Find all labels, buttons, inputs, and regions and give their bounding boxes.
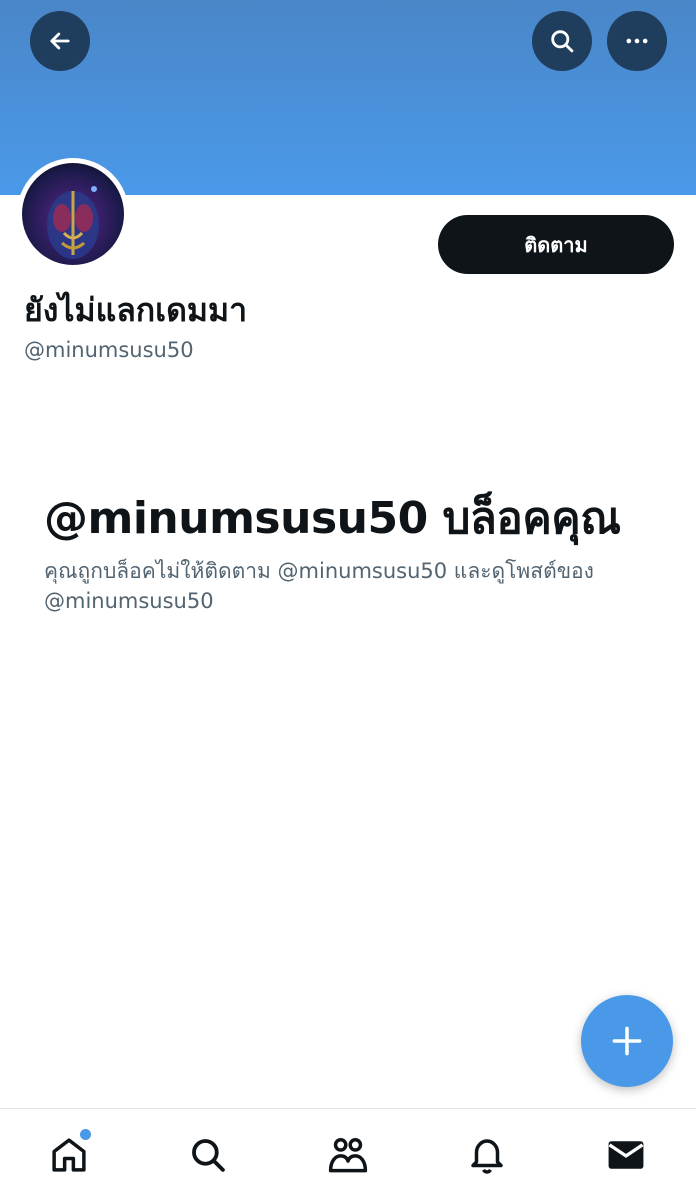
profile-handle: @minumsusu50	[24, 338, 194, 362]
bell-icon	[471, 1139, 503, 1174]
display-name: ยังไม่แลกเดมมา	[24, 291, 248, 329]
profile-banner	[0, 0, 696, 195]
plus-icon	[612, 1026, 642, 1056]
nav-messages[interactable]	[598, 1127, 654, 1183]
bottom-navigation	[0, 1108, 696, 1201]
mail-icon	[608, 1141, 644, 1169]
avatar[interactable]	[17, 158, 129, 270]
nav-home[interactable]	[41, 1127, 97, 1183]
arrow-left-icon	[50, 32, 70, 50]
follow-button[interactable]: ติดตาม	[438, 215, 674, 274]
search-icon	[192, 1139, 225, 1172]
search-icon	[551, 30, 574, 53]
people-icon	[328, 1138, 368, 1173]
more-button[interactable]	[607, 11, 667, 71]
blocked-title: @minumsusu50 บล็อคคุณ	[44, 493, 621, 544]
back-button[interactable]	[30, 11, 90, 71]
more-horizontal-icon	[626, 38, 648, 44]
notification-dot	[80, 1129, 91, 1140]
avatar-image	[22, 163, 124, 265]
search-button[interactable]	[532, 11, 592, 71]
nav-communities[interactable]	[320, 1127, 376, 1183]
nav-search[interactable]	[180, 1127, 236, 1183]
home-icon	[52, 1138, 86, 1172]
nav-notifications[interactable]	[459, 1127, 515, 1183]
blocked-description: คุณถูกบล็อคไม่ให้ติดตาม @minumsusu50 และ…	[44, 559, 594, 613]
compose-button[interactable]	[581, 995, 673, 1087]
